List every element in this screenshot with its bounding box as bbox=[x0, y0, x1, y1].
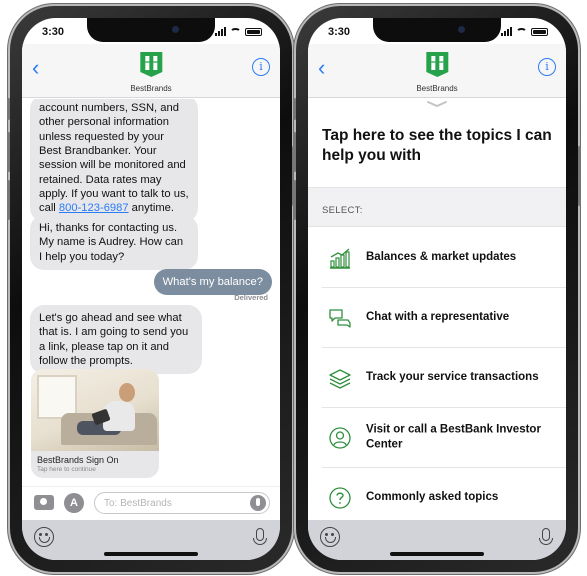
select-header: SELECT: bbox=[308, 187, 566, 227]
brand-name: BestBrands bbox=[416, 84, 458, 93]
volume-down-button bbox=[7, 180, 10, 220]
phone-link[interactable]: 800-123-6987 bbox=[59, 202, 129, 214]
layers-icon bbox=[329, 369, 351, 389]
mute-switch bbox=[293, 98, 296, 120]
brand-logo: BestBrands bbox=[416, 50, 458, 93]
message-input[interactable]: To: BestBrands bbox=[94, 492, 270, 514]
mute-switch bbox=[7, 98, 10, 120]
volume-down-button bbox=[293, 180, 296, 220]
phone-screen: 3:30 ‹ BestBrands i Tap here to see the … bbox=[308, 18, 566, 560]
app-store-icon[interactable]: A bbox=[64, 493, 84, 513]
topic-label: Chat with a representative bbox=[366, 310, 510, 323]
topic-label: Track your service transactions bbox=[366, 370, 539, 383]
chat-header: ‹ BestBrands i bbox=[308, 44, 566, 98]
incoming-message: account numbers, SSN, and other personal… bbox=[30, 99, 198, 222]
sheet-handle-icon[interactable] bbox=[426, 100, 448, 108]
chat-bubbles-icon bbox=[329, 309, 351, 328]
volume-up-button bbox=[293, 132, 296, 172]
volume-up-button bbox=[7, 132, 10, 172]
select-label: SELECT: bbox=[322, 205, 363, 216]
keyboard-bar bbox=[22, 520, 280, 560]
wifi-icon bbox=[230, 27, 241, 36]
delivered-status: Delivered bbox=[234, 293, 268, 302]
phone-right: 3:30 ‹ BestBrands i Tap here to see the … bbox=[293, 6, 581, 572]
person-circle-icon bbox=[329, 427, 351, 449]
home-indicator[interactable] bbox=[104, 552, 198, 556]
battery-icon bbox=[245, 27, 262, 36]
phone-screen: 3:30 ‹ BestBrands i account numbers, SSN… bbox=[22, 18, 280, 560]
card-subtitle: Tap here to continue bbox=[37, 466, 96, 473]
info-icon[interactable]: i bbox=[538, 58, 556, 76]
status-bar: 3:30 bbox=[22, 24, 280, 42]
wifi-icon bbox=[516, 27, 527, 36]
topic-label: Balances & market updates bbox=[366, 250, 517, 263]
keyboard-bar bbox=[308, 520, 566, 560]
card-title: BestBrands Sign On bbox=[37, 455, 119, 465]
message-text-tail: anytime. bbox=[128, 202, 174, 215]
phone-left: 3:30 ‹ BestBrands i account numbers, SSN… bbox=[7, 6, 295, 572]
topic-investor-center[interactable]: Visit or call a BestBank Investor Center bbox=[322, 408, 566, 468]
emoji-icon[interactable] bbox=[34, 527, 54, 547]
topics-title[interactable]: Tap here to see the topics I can help yo… bbox=[322, 126, 556, 166]
battery-icon bbox=[531, 27, 548, 36]
camera-icon[interactable] bbox=[34, 495, 54, 510]
chat-header: ‹ BestBrands i bbox=[22, 44, 280, 98]
topic-label: Commonly asked topics bbox=[366, 491, 499, 504]
topic-faq[interactable]: Commonly asked topics bbox=[322, 468, 566, 528]
question-circle-icon bbox=[329, 487, 351, 509]
outgoing-message: What's my balance? bbox=[153, 269, 272, 296]
status-time: 3:30 bbox=[42, 26, 65, 38]
microphone-icon[interactable] bbox=[539, 528, 553, 545]
status-time: 3:30 bbox=[328, 26, 351, 38]
info-icon[interactable]: i bbox=[252, 58, 270, 76]
message-text: account numbers, SSN, and other personal… bbox=[39, 102, 189, 215]
emoji-icon[interactable] bbox=[320, 527, 340, 547]
incoming-message: Let's go ahead and see what that is. I a… bbox=[30, 305, 202, 375]
message-input-placeholder: To: BestBrands bbox=[104, 498, 172, 509]
chevron-left-icon[interactable]: ‹ bbox=[318, 57, 325, 79]
signal-icon bbox=[501, 27, 512, 36]
sign-on-link-card[interactable]: BestBrands Sign On Tap here to continue bbox=[31, 369, 159, 478]
topic-balances[interactable]: Balances & market updates bbox=[322, 228, 566, 288]
brand-logo: BestBrands bbox=[130, 50, 172, 93]
brand-name: BestBrands bbox=[130, 84, 172, 93]
message-composer: A To: BestBrands bbox=[22, 486, 280, 520]
message-thread: account numbers, SSN, and other personal… bbox=[22, 99, 280, 486]
topic-transactions[interactable]: Track your service transactions bbox=[322, 348, 566, 408]
topic-chat[interactable]: Chat with a representative bbox=[322, 288, 566, 348]
signal-icon bbox=[215, 27, 226, 36]
bestbrands-logo-icon bbox=[139, 52, 162, 77]
chevron-left-icon[interactable]: ‹ bbox=[32, 57, 39, 79]
card-image bbox=[31, 369, 159, 451]
bar-chart-icon bbox=[330, 248, 350, 269]
microphone-icon[interactable] bbox=[253, 528, 267, 545]
incoming-message: Hi, thanks for contacting us. My name is… bbox=[30, 215, 198, 270]
home-indicator[interactable] bbox=[390, 552, 484, 556]
topic-label: Visit or call a BestBank Investor Center bbox=[366, 422, 541, 451]
status-bar: 3:30 bbox=[308, 24, 566, 42]
side-button bbox=[578, 146, 581, 206]
bestbrands-logo-icon bbox=[425, 52, 448, 77]
audio-message-icon[interactable] bbox=[250, 495, 266, 511]
